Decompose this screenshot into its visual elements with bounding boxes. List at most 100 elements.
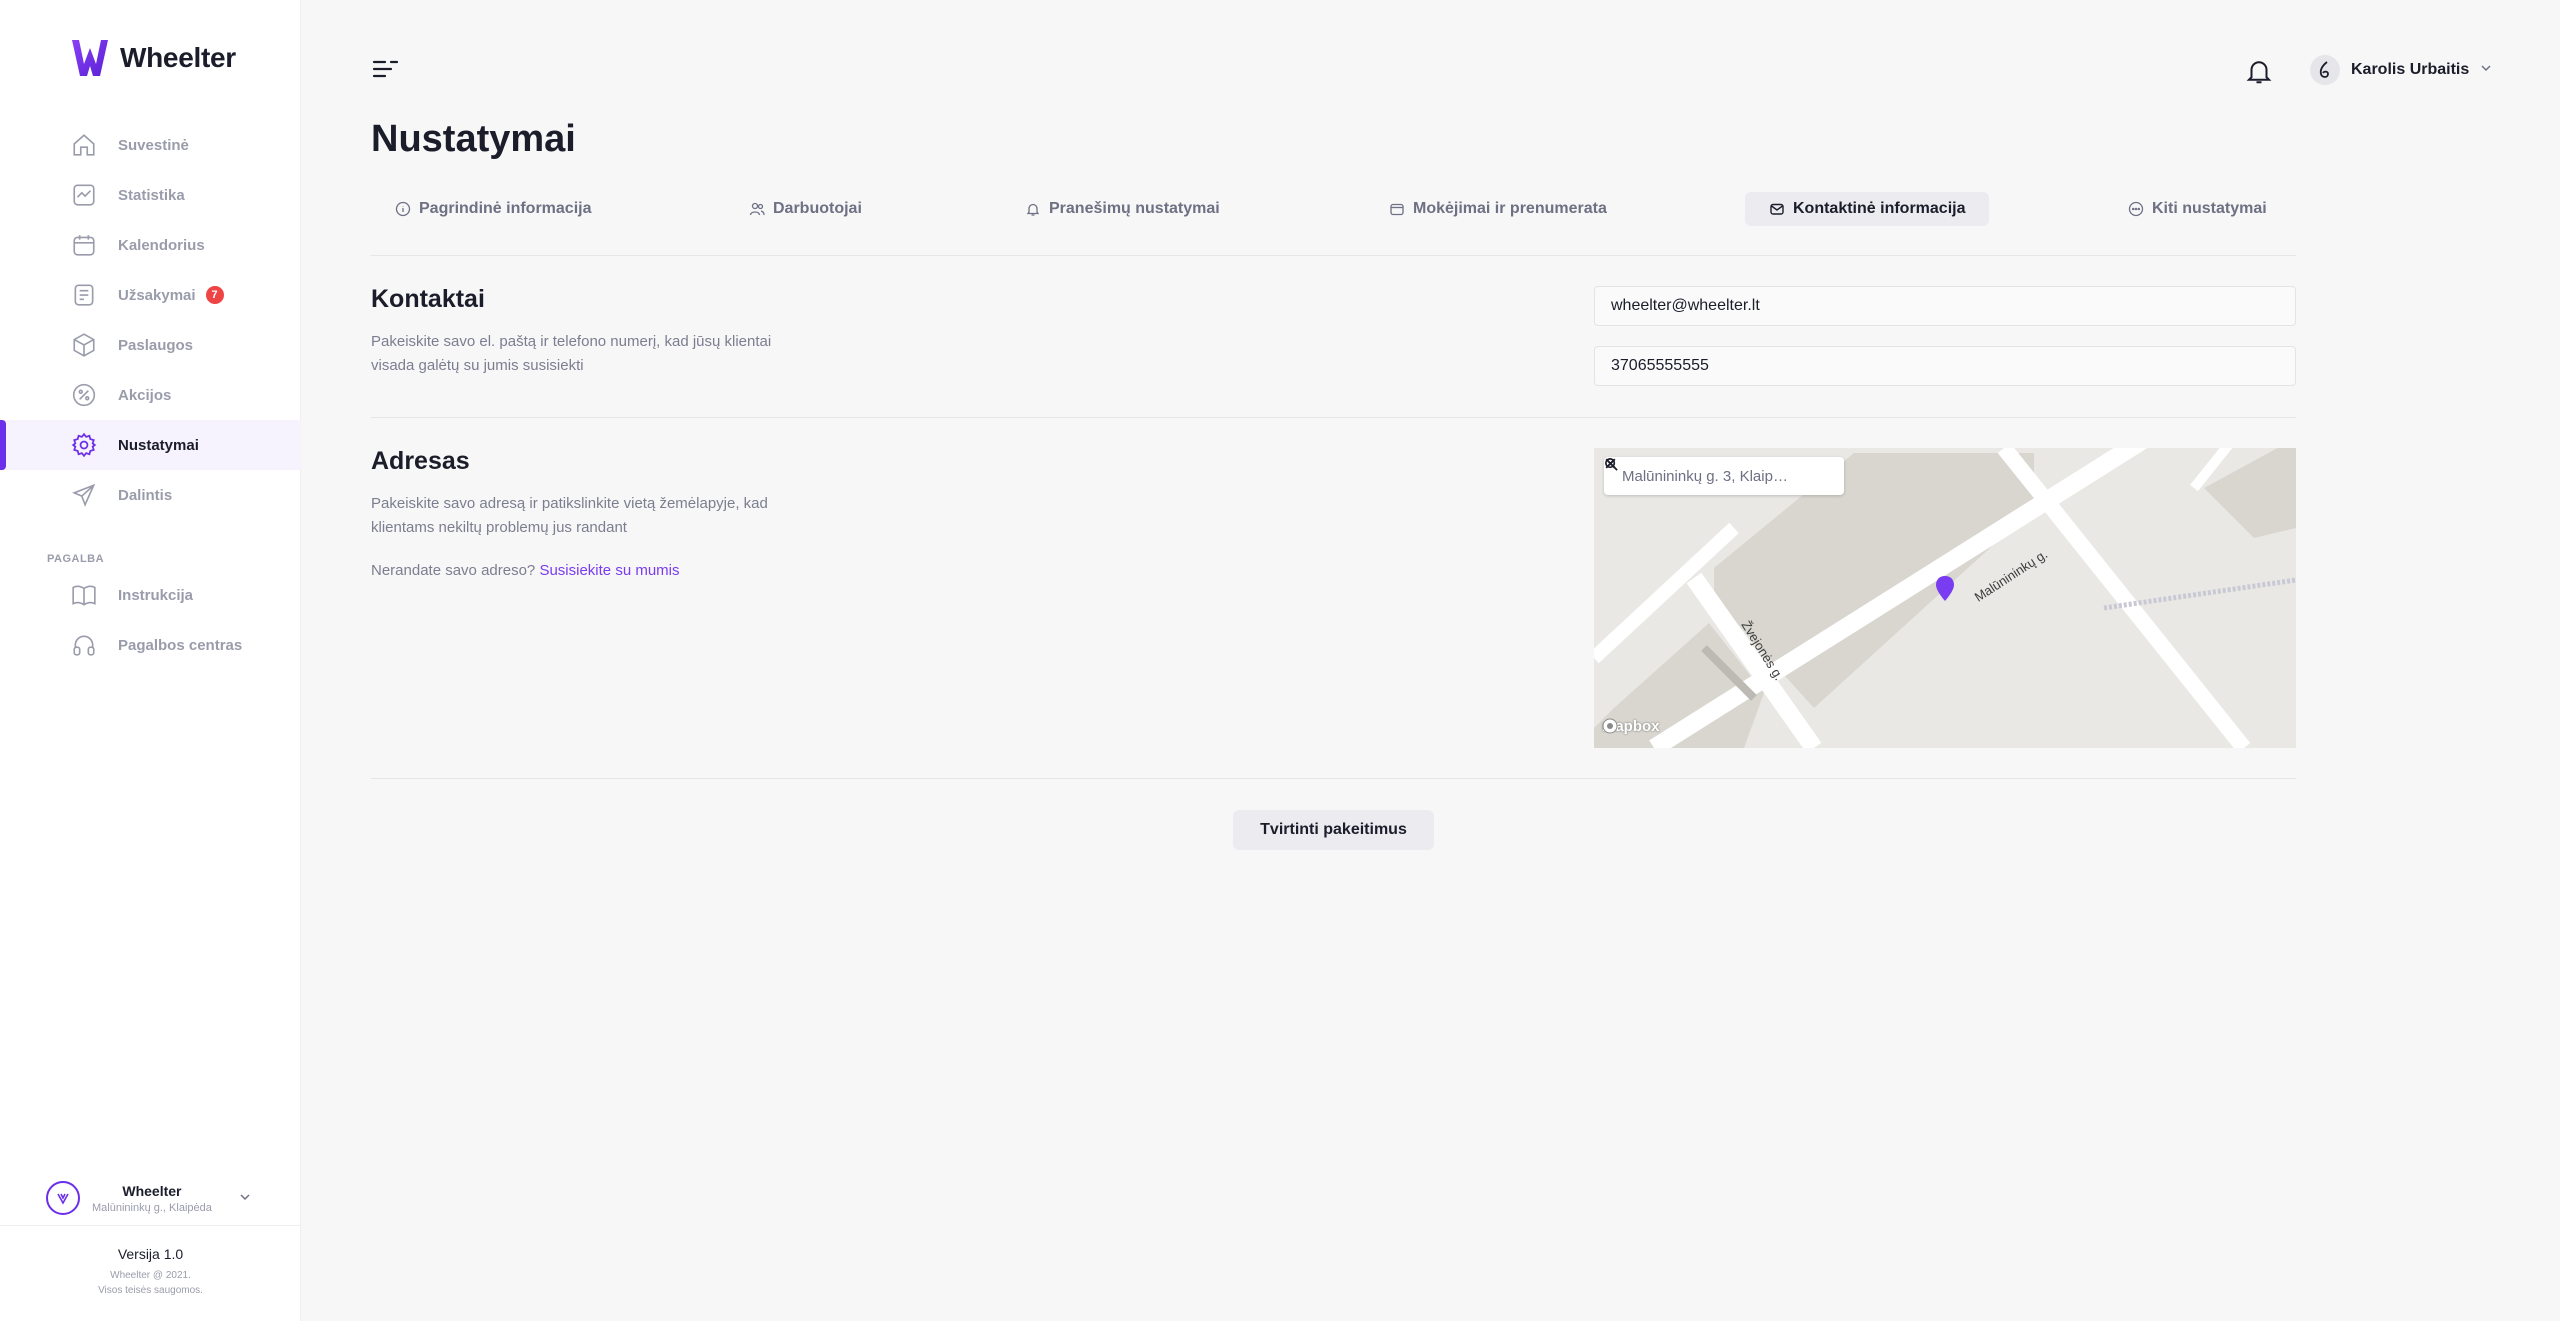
sidebar: Wheelter Suvestinė Statistika Kalendoriu… [0,0,301,1321]
tab-mokejimai-ir-prenumerata[interactable]: Mokėjimai ir prenumerata [1365,192,1631,226]
mapbox-logo: mapbox [1602,718,1660,735]
menu-toggle-button[interactable] [371,57,401,81]
company-name: Wheelter [122,1182,182,1199]
tab-label: Pagrindinė informacija [419,200,592,217]
map-search-value[interactable]: Malūnininkų g. 3, Klaipėda [1622,468,1788,485]
page-title: Nustatymai [371,118,576,160]
mapbox-icon [1602,718,1618,734]
tab-label: Kiti nustatymai [2152,200,2267,217]
mail-icon [1769,201,1785,217]
send-icon [70,481,98,509]
home-icon [70,131,98,159]
headphones-icon [70,631,98,659]
version-copyright: Wheelter @ 2021. Visos teisės saugomos. [0,1268,301,1298]
user-menu[interactable]: Karolis Urbaitis [2310,54,2492,86]
settings-tabs: Pagrindinė informacija Darbuotojai Prane… [371,192,2296,256]
tab-label: Pranešimų nustatymai [1049,200,1220,217]
address-description-line: klientams nekiltų problemų jus randant [371,519,627,536]
contacts-description: Pakeiskite savo el. paštą ir telefono nu… [371,330,841,378]
logo[interactable]: Wheelter [70,38,236,78]
tab-pagrindine-informacija[interactable]: Pagrindinė informacija [371,192,615,226]
email-field[interactable] [1594,286,2296,326]
company-address: Malūnininkų g., Klaipėda [92,1201,212,1214]
sidebar-item-kalendorius[interactable]: Kalendorius [0,220,301,270]
book-icon [70,581,98,609]
users-icon [749,201,765,217]
sidebar-item-label: Kalendorius [118,236,205,254]
sidebar-item-nustatymai[interactable]: Nustatymai [0,420,301,470]
orders-count-badge: 7 [205,286,224,304]
tab-kiti-nustatymai[interactable]: Kiti nustatymai [2104,192,2291,226]
copyright-text: Wheelter @ 2021. [110,1270,191,1281]
version-info: Versija 1.0 Wheelter @ 2021. Visos teisė… [0,1246,301,1298]
contact-us-link[interactable]: Susisiekite su mumis [539,562,679,579]
address-map[interactable]: Malūnininkų g. Žvejonės g. Malūnininkų g… [1594,448,2296,748]
sidebar-item-label: Instrukcija [118,586,194,604]
avatar [2310,55,2340,85]
sidebar-item-label: Suvestinė [118,136,189,154]
box-icon [70,331,98,359]
tab-kontaktine-informacija[interactable]: Kontaktinė informacija [1745,192,1990,226]
sidebar-item-paslaugos[interactable]: Paslaugos [0,320,301,370]
orders-icon [70,281,98,309]
info-icon [395,201,411,217]
map-search-box[interactable]: Malūnininkų g. 3, Klaipėda [1604,457,1844,495]
gear-icon [70,431,98,459]
company-avatar-icon [46,1181,80,1215]
sidebar-item-dalintis[interactable]: Dalintis [0,470,301,520]
phone-field[interactable] [1594,346,2296,386]
sidebar-item-label: Nustatymai [118,436,199,454]
percent-icon [70,381,98,409]
tab-pranesimu-nustatymai[interactable]: Pranešimų nustatymai [1001,192,1244,226]
chart-icon [70,181,98,209]
rights-text: Visos teisės saugomos. [98,1285,203,1296]
sidebar-item-pagalbos-centras[interactable]: Pagalbos centras [0,620,301,670]
tab-darbuotojai[interactable]: Darbuotojai [725,192,886,226]
chevron-down-icon [239,1190,251,1208]
company-info: Wheelter Malūnininkų g., Klaipėda [92,1183,212,1214]
sidebar-item-label: Akcijos [118,386,172,404]
user-name: Karolis Urbaitis [2351,61,2470,78]
section-divider [371,778,2296,779]
address-description-line: Pakeiskite savo adresą ir patikslinkite … [371,495,768,512]
bell-icon [2246,61,2272,84]
bell-icon [1025,201,1041,217]
menu-icon [372,60,399,78]
notifications-button[interactable] [2244,56,2274,86]
sidebar-item-akcijos[interactable]: Akcijos [0,370,301,420]
tab-label: Darbuotojai [773,200,862,217]
wheelter-logo-icon [72,40,108,76]
sidebar-item-label: Užsakymai [118,286,196,304]
sidebar-item-statistika[interactable]: Statistika [0,170,301,220]
map-pin-icon[interactable] [1935,576,1955,602]
contacts-description-line: Pakeiskite savo el. paštą ir telefono nu… [371,333,772,350]
more-icon [2128,201,2144,217]
help-section-heading: PAGALBA [47,553,105,565]
sidebar-item-label: Paslaugos [118,336,194,354]
sidebar-item-suvestine[interactable]: Suvestinė [0,120,301,170]
sidebar-item-label: Pagalbos centras [118,636,243,654]
address-title: Adresas [371,447,470,475]
sidebar-item-label: Statistika [118,186,185,204]
wallet-icon [1389,201,1405,217]
version-title: Versija 1.0 [117,1246,184,1262]
address-help: Nerandate savo adreso? Susisiekite su mu… [371,562,680,579]
address-description: Pakeiskite savo adresą ir patikslinkite … [371,492,841,540]
tab-label: Kontaktinė informacija [1793,200,1966,217]
sidebar-nav: Suvestinė Statistika Kalendorius Užsakym… [0,120,301,520]
brand-name: Wheelter [120,42,236,73]
address-help-prefix: Nerandate savo adreso? [371,562,536,579]
section-divider [371,417,2296,418]
contacts-description-line: visada galėtų su jumis susisiekti [371,357,584,374]
sidebar-item-uzsakymai[interactable]: Užsakymai 7 [0,270,301,320]
calendar-icon [70,231,98,259]
chevron-down-icon [2480,61,2492,79]
tab-label: Mokėjimai ir prenumerata [1413,200,1607,217]
company-switcher[interactable]: Wheelter Malūnininkų g., Klaipėda [46,1176,261,1220]
sidebar-item-instrukcija[interactable]: Instrukcija [0,570,301,620]
sidebar-item-label: Dalintis [118,486,173,504]
contacts-title: Kontaktai [371,285,485,313]
help-nav: Instrukcija Pagalbos centras [0,570,301,670]
save-changes-button[interactable]: Tvirtinti pakeitimus [1233,810,1434,850]
sidebar-divider [0,1225,301,1226]
